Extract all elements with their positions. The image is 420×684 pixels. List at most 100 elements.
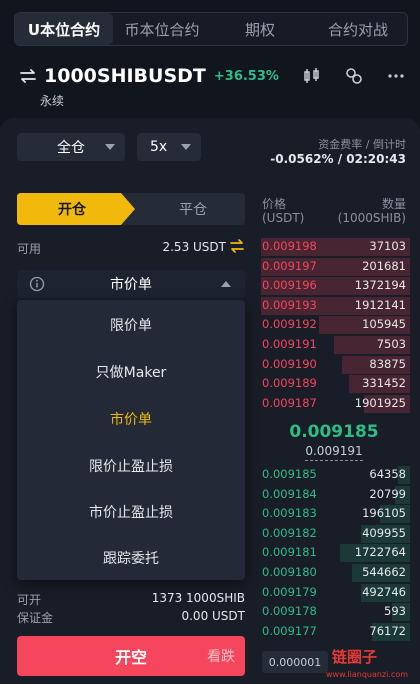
- option-market[interactable]: 市价单: [17, 396, 245, 442]
- option-maker-only[interactable]: 只做Maker: [17, 349, 245, 395]
- bid-row[interactable]: 0.009177 76172: [258, 622, 410, 641]
- option-market-tp-sl[interactable]: 市价止盈止损: [17, 489, 245, 535]
- ask-price: 0.009190: [262, 356, 317, 371]
- bid-row[interactable]: 0.009178 593: [258, 603, 410, 622]
- margin-mode-value: 全仓: [57, 140, 85, 156]
- tab-usdt-margined[interactable]: U本位合约: [15, 13, 113, 45]
- tab-contract-battle[interactable]: 合约对战: [309, 13, 407, 45]
- close-tab[interactable]: 平仓: [141, 193, 245, 225]
- order-type-dropdown: 限价单 只做Maker 市价单 限价止盈止损 市价止盈止损 跟踪委托: [17, 300, 245, 580]
- bid-price: 0.009184: [262, 486, 317, 501]
- bid-price: 0.009183: [262, 506, 317, 521]
- ask-quantity: 83875: [369, 356, 406, 371]
- watermark-url: www.lianquanzi.com: [326, 670, 409, 679]
- ask-price: 0.009198: [262, 239, 317, 253]
- bid-row[interactable]: 0.009183 196105: [258, 505, 410, 524]
- ask-price: 0.009191: [262, 337, 317, 351]
- qty-header: 数量: [381, 197, 406, 211]
- bid-row[interactable]: 0.009182 409955: [258, 524, 410, 543]
- ask-quantity: 1372194: [354, 278, 406, 293]
- mark-price-underline: [305, 460, 363, 461]
- bid-price: 0.009182: [262, 525, 317, 540]
- bid-quantity: 64358: [369, 467, 406, 481]
- funding-rate-value: -0.0562% / 02:20:43: [270, 152, 406, 166]
- openable-value: 1373 1000SHIB: [151, 591, 245, 605]
- bid-row[interactable]: 0.009180 544662: [258, 564, 410, 582]
- bid-quantity: 409955: [362, 525, 406, 540]
- openable-label: 可开: [17, 593, 42, 607]
- qty-unit: (1000SHIB): [337, 211, 406, 225]
- depth-step-select[interactable]: 0.000001: [262, 651, 328, 673]
- ask-price: 0.009192: [262, 317, 317, 332]
- bid-row[interactable]: 0.009179 492746: [258, 583, 410, 602]
- bid-quantity: 593: [384, 604, 406, 619]
- ask-quantity: 201681: [362, 258, 406, 273]
- ask-row[interactable]: 0.009198 37103: [258, 238, 410, 256]
- bid-price: 0.009180: [262, 565, 317, 579]
- chevron-down-icon: [105, 144, 115, 150]
- ask-row[interactable]: 0.009190 83875: [258, 355, 410, 374]
- ask-row[interactable]: 0.009196 1372194: [258, 277, 410, 296]
- margin-label: 保证金: [17, 611, 54, 625]
- funding-rate-label: 资金费率 / 倒计时: [318, 138, 406, 151]
- margin-mode-select[interactable]: 全仓: [17, 133, 125, 161]
- bearish-label: 看跌: [207, 649, 235, 665]
- ask-quantity: 1912141: [354, 297, 406, 312]
- bid-quantity: 76172: [369, 623, 406, 638]
- ask-row[interactable]: 0.009197 201681: [258, 257, 410, 276]
- bid-price: 0.009177: [262, 623, 317, 638]
- bid-quantity: 1722764: [354, 545, 406, 560]
- ask-row[interactable]: 0.009191 7503: [258, 336, 410, 354]
- perpetual-label: 永续: [40, 94, 65, 108]
- available-value: 2.53 USDT: [162, 240, 226, 254]
- more-icon[interactable]: [384, 64, 408, 88]
- ask-price: 0.009197: [262, 258, 317, 273]
- open-tab-label[interactable]: 开仓: [17, 193, 127, 225]
- available-label: 可用: [17, 242, 42, 256]
- chevron-up-icon: [221, 281, 231, 287]
- swap-icon[interactable]: [18, 66, 38, 86]
- ask-row[interactable]: 0.009189 331452: [258, 375, 410, 394]
- pair-header: 1000SHIBUSDT +36.53%: [18, 62, 408, 90]
- bid-row[interactable]: 0.009185 64358: [258, 466, 410, 484]
- order-type-select[interactable]: 市价单: [17, 270, 245, 298]
- ask-row[interactable]: 0.009192 105945: [258, 316, 410, 335]
- mark-price: 0.009191: [305, 444, 363, 458]
- tab-options[interactable]: 期权: [211, 13, 309, 45]
- bid-price: 0.009181: [262, 545, 317, 560]
- bid-row[interactable]: 0.009181 1722764: [258, 544, 410, 563]
- ask-quantity: 331452: [362, 376, 406, 391]
- margin-value: 0.00 USDT: [181, 609, 245, 623]
- bid-quantity: 544662: [362, 565, 406, 579]
- bid-quantity: 196105: [362, 506, 406, 521]
- bid-price: 0.009179: [262, 584, 317, 599]
- open-close-switch: 开仓 平仓: [17, 193, 245, 225]
- transfer-icon[interactable]: [229, 238, 245, 258]
- bid-price: 0.009185: [262, 467, 317, 481]
- option-limit[interactable]: 限价单: [17, 302, 245, 348]
- leverage-select[interactable]: 5x: [137, 133, 201, 161]
- tab-coin-margined[interactable]: 币本位合约: [113, 13, 211, 45]
- last-price[interactable]: 0.009185: [258, 422, 410, 442]
- watermark-logo: 链圈子: [332, 648, 378, 666]
- open-short-button[interactable]: 开空 看跌: [17, 636, 245, 676]
- option-limit-tp-sl[interactable]: 限价止盈止损: [17, 443, 245, 489]
- ask-quantity: 37103: [369, 239, 406, 253]
- option-trailing-stop[interactable]: 跟踪委托: [17, 535, 245, 581]
- ask-quantity: 105945: [362, 317, 406, 332]
- contract-type-tabs: U本位合约 币本位合约 期权 合约对战: [14, 12, 408, 46]
- bid-quantity: 20799: [369, 486, 406, 501]
- ask-row[interactable]: 0.009193 1912141: [258, 296, 410, 315]
- price-header: 价格: [262, 197, 287, 211]
- price-change: +36.53%: [213, 68, 279, 84]
- bid-price: 0.009178: [262, 604, 317, 619]
- ask-quantity: 7503: [376, 337, 406, 351]
- leverage-value: 5x: [150, 139, 168, 155]
- candlestick-icon[interactable]: [300, 64, 324, 88]
- link-icon[interactable]: [342, 64, 366, 88]
- ask-price: 0.009196: [262, 278, 317, 293]
- ask-row[interactable]: 0.009187 1901925: [258, 394, 410, 413]
- pair-symbol[interactable]: 1000SHIBUSDT: [44, 65, 206, 87]
- bid-row[interactable]: 0.009184 20799: [258, 485, 410, 504]
- ask-quantity: 1901925: [354, 395, 406, 410]
